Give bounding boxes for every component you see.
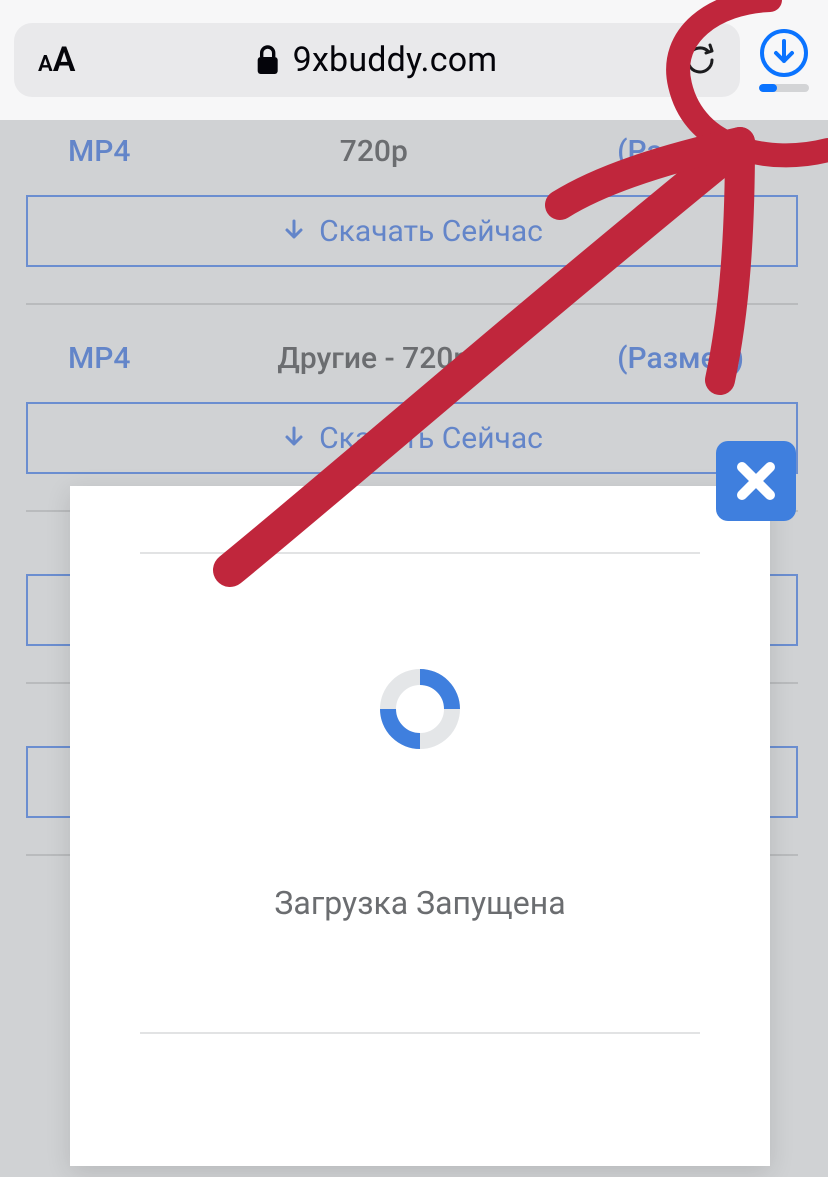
- size-link[interactable]: (Размер): [617, 134, 744, 169]
- divider: [140, 1032, 700, 1034]
- large-a-icon: A: [53, 40, 76, 80]
- close-icon: [732, 457, 780, 505]
- divider: [140, 552, 700, 554]
- download-now-button[interactable]: Скачать Сейчас: [26, 402, 798, 474]
- spinner-icon: [375, 664, 465, 754]
- reload-button[interactable]: [680, 40, 720, 80]
- download-option: MP4 Другие - 720p (Размер) Скачать Сейча…: [26, 327, 798, 512]
- close-modal-button[interactable]: [716, 441, 796, 521]
- site-identity[interactable]: 9xbuddy.com: [257, 40, 498, 80]
- size-link[interactable]: (Размер): [617, 341, 744, 376]
- format-label: MP4: [68, 134, 130, 169]
- lock-icon: [257, 45, 279, 75]
- download-arrow-icon: [281, 218, 307, 244]
- download-started-modal: Загрузка Запущена: [70, 486, 770, 1166]
- reload-icon: [680, 40, 720, 80]
- download-progress-fill: [759, 84, 777, 92]
- download-icon: [759, 28, 809, 78]
- downloads-button[interactable]: [754, 28, 814, 92]
- download-progress-track: [759, 84, 809, 92]
- address-bar[interactable]: AA 9xbuddy.com: [14, 23, 740, 97]
- download-arrow-icon: [281, 425, 307, 451]
- small-a-icon: A: [38, 52, 53, 77]
- download-now-label: Скачать Сейчас: [319, 421, 543, 456]
- modal-status-text: Загрузка Запущена: [274, 884, 565, 922]
- download-now-button[interactable]: Скачать Сейчас: [26, 195, 798, 267]
- download-option: MP4 720p (Размер) Скачать Сейчас: [26, 120, 798, 305]
- download-now-label: Скачать Сейчас: [319, 214, 543, 249]
- browser-chrome: AA 9xbuddy.com: [0, 0, 828, 120]
- loading-spinner: [375, 664, 465, 754]
- quality-label: 720p: [340, 134, 408, 169]
- domain-text: 9xbuddy.com: [293, 40, 498, 80]
- option-info-row: MP4 720p (Размер): [26, 120, 798, 195]
- reader-view-button[interactable]: AA: [38, 40, 75, 80]
- option-info-row: MP4 Другие - 720p (Размер): [26, 327, 798, 402]
- modal-body: Загрузка Запущена: [140, 486, 700, 1034]
- quality-label: Другие - 720p: [277, 341, 470, 376]
- format-label: MP4: [68, 341, 130, 376]
